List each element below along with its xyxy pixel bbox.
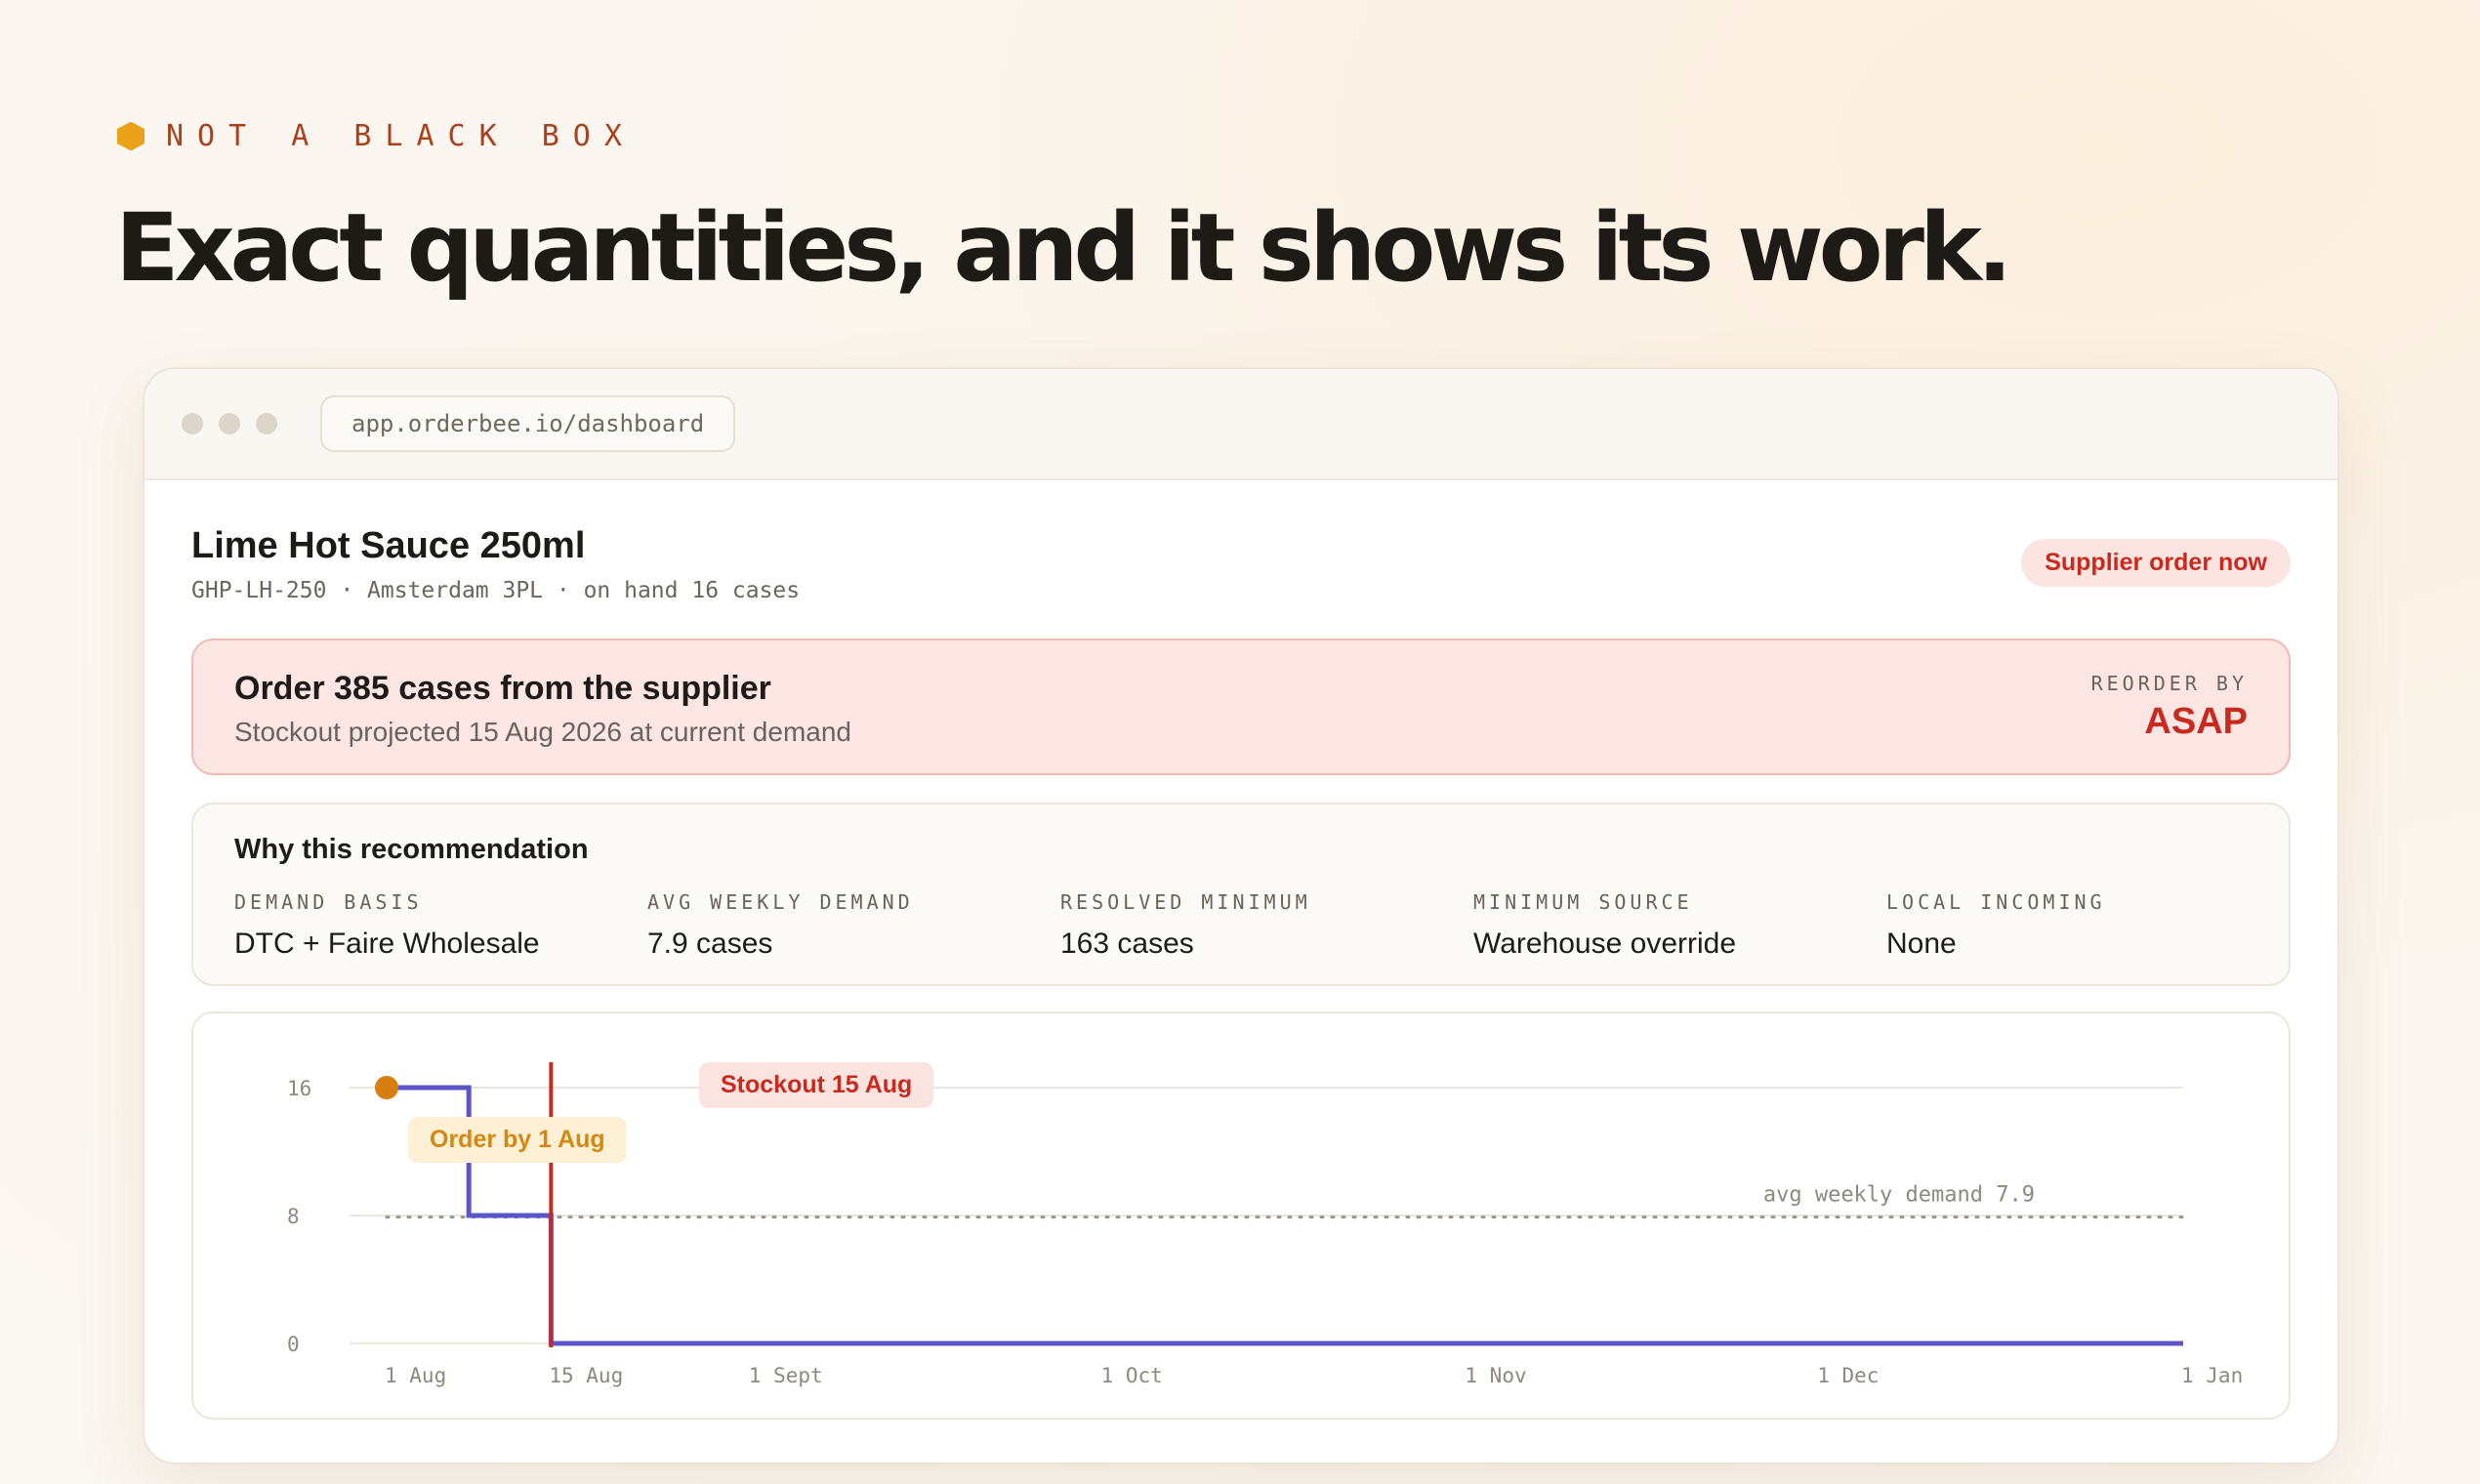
stat-value: 7.9 cases: [647, 928, 773, 960]
reorder-label: REORDER BY: [2090, 672, 2248, 695]
y-tick-label: 16: [287, 1077, 311, 1100]
window-dot-maximize[interactable]: [256, 413, 277, 434]
stat-avg-weekly-demand: AVG WEEKLY DEMAND 7.9 cases: [647, 890, 914, 961]
x-tick-label: 15 Aug: [549, 1364, 623, 1387]
stat-value: None: [1886, 928, 1957, 960]
product-meta: GHP-LH-250 · Amsterdam 3PL · on hand 16 …: [191, 578, 801, 603]
browser-window: app.orderbee.io/dashboard Lime Hot Sauce…: [143, 367, 2339, 1464]
stat-label: AVG WEEKLY DEMAND: [647, 890, 914, 914]
x-tick-label: 1 Dec: [1817, 1364, 1879, 1387]
y-tick-label: 0: [287, 1333, 300, 1356]
chart-svg: 0 8 16 1 Aug 15 Aug 1 Sept 1 Oct 1 Nov 1 Dec 1 Ja…: [287, 1062, 2243, 1387]
stat-minimum-source: MINIMUM SOURCE Warehouse override: [1473, 890, 1736, 961]
window-dot-minimize[interactable]: [219, 413, 240, 434]
order-marker: [375, 1076, 398, 1099]
avg-demand-label: avg weekly demand 7.9: [1763, 1183, 2035, 1208]
status-badge[interactable]: Supplier order now: [2021, 539, 2291, 587]
order-by-callout: Order by 1 Aug: [408, 1117, 627, 1163]
x-tick-label: 1 Jan: [2181, 1364, 2243, 1387]
hexagon-icon: [117, 121, 145, 151]
page-headline: Exact quantities, and it shows its work.: [115, 193, 2012, 303]
reorder-value: ASAP: [2144, 701, 2248, 742]
eyebrow: NOT A BLACK BOX: [117, 119, 636, 153]
product-title: Lime Hot Sauce 250ml: [191, 525, 586, 566]
browser-chrome: app.orderbee.io/dashboard: [145, 369, 2337, 480]
stat-local-incoming: LOCAL INCOMING None: [1886, 890, 2106, 961]
stat-value: 163 cases: [1060, 928, 1194, 960]
stat-label: MINIMUM SOURCE: [1473, 890, 1693, 914]
eyebrow-text: NOT A BLACK BOX: [166, 119, 636, 153]
why-panel: Why this recommendation DEMAND BASIS DTC…: [191, 803, 2291, 986]
stat-demand-basis: DEMAND BASIS DTC + Faire Wholesale: [234, 890, 540, 961]
stat-value: DTC + Faire Wholesale: [234, 928, 540, 960]
stat-value: Warehouse override: [1473, 928, 1737, 960]
alert-title: Order 385 cases from the supplier: [234, 670, 771, 707]
stat-label: DEMAND BASIS: [234, 890, 423, 914]
x-tick-label: 1 Aug: [385, 1364, 446, 1387]
address-bar[interactable]: app.orderbee.io/dashboard: [320, 395, 736, 452]
stockout-callout: Stockout 15 Aug: [699, 1062, 934, 1108]
stat-label: RESOLVED MINIMUM: [1060, 890, 1311, 914]
alert-subtitle: Stockout projected 15 Aug 2026 at curren…: [234, 717, 851, 747]
x-tick-label: 1 Oct: [1101, 1364, 1163, 1387]
recommendation-alert: Order 385 cases from the supplier Stocko…: [191, 639, 2291, 775]
stock-projection-chart: 0 8 16 1 Aug 15 Aug 1 Sept 1 Oct 1 Nov 1 Dec 1 Ja…: [191, 1011, 2291, 1420]
stat-label: LOCAL INCOMING: [1886, 890, 2106, 914]
y-tick-label: 8: [287, 1205, 300, 1228]
window-dot-close[interactable]: [182, 413, 203, 434]
stat-resolved-minimum: RESOLVED MINIMUM 163 cases: [1060, 890, 1311, 961]
x-tick-label: 1 Sept: [749, 1364, 823, 1387]
why-title: Why this recommendation: [234, 834, 589, 865]
x-tick-label: 1 Nov: [1465, 1364, 1526, 1387]
